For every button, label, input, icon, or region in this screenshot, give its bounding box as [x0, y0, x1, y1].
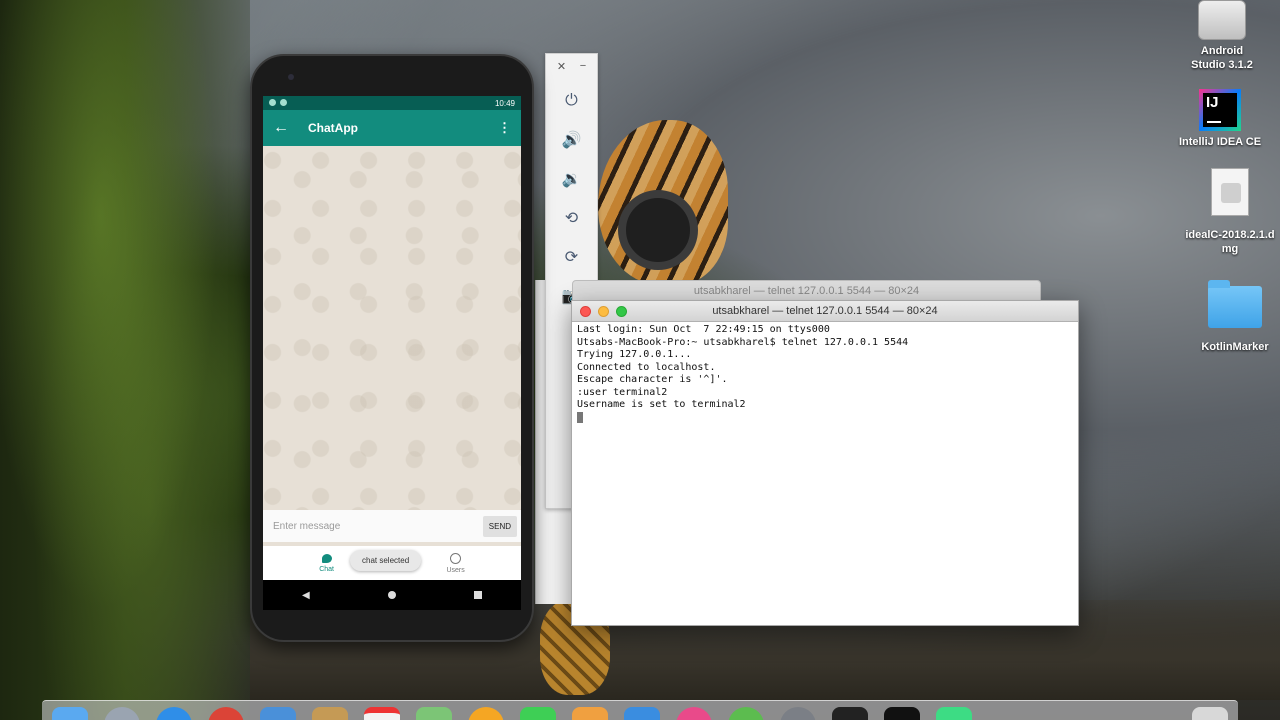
dock-photos-icon[interactable] [468, 707, 504, 720]
wallpaper-gear [618, 190, 698, 270]
terminal-prompt[interactable] [577, 411, 1073, 428]
dock-notes-icon[interactable] [312, 707, 348, 720]
drive-icon [1198, 0, 1246, 40]
desktop-icon-intellij[interactable]: IJ IntelliJ IDEA CE [1175, 89, 1265, 149]
message-input[interactable]: Enter message [273, 521, 483, 532]
terminal-line: Username is set to terminal2 [577, 399, 746, 410]
dock-trash-icon[interactable] [1192, 707, 1228, 720]
system-back-icon[interactable]: ◀ [302, 590, 310, 601]
minimize-window-icon[interactable] [598, 305, 609, 317]
terminal-window-background[interactable]: utsabkharel — telnet 127.0.0.1 5544 — 80… [572, 280, 1041, 302]
front-camera [288, 74, 294, 80]
dock-calendar-icon[interactable] [364, 707, 400, 720]
message-input-bar: Enter message SEND [263, 510, 521, 542]
window-title: utsabkharel — telnet 127.0.0.1 5544 — 80… [712, 305, 938, 317]
dock-safari-icon[interactable] [156, 707, 192, 720]
terminal-line: Escape character is '^]'. [577, 374, 728, 385]
dock-intellij-icon[interactable] [884, 707, 920, 720]
chat-message-list[interactable] [263, 146, 521, 510]
nav-label: Users [446, 566, 465, 574]
terminal-output[interactable]: Last login: Sun Oct 7 22:49:15 on ttys00… [572, 322, 1078, 429]
window-titlebar[interactable]: utsabkharel — telnet 127.0.0.1 5544 — 80… [572, 301, 1078, 322]
status-bar: 10:49 [263, 96, 521, 110]
back-arrow-icon[interactable]: ← [273, 119, 308, 137]
dock-terminal-icon[interactable] [832, 707, 868, 720]
dock-itunes-icon[interactable] [676, 707, 712, 720]
dock-chrome-icon[interactable] [208, 707, 244, 720]
dock-app-store-icon[interactable] [624, 707, 660, 720]
dock-launchpad-icon[interactable] [104, 707, 140, 720]
nav-item-chat[interactable]: Chat [319, 553, 335, 573]
app-bar: ← ChatApp ⋮ [263, 110, 521, 146]
zoom-window-icon[interactable] [616, 305, 627, 317]
dock-facetime-icon[interactable] [572, 707, 608, 720]
close-icon[interactable]: ✕ [557, 60, 566, 73]
desktop-icon-label: idealC-2018.2.1.dmg [1185, 229, 1275, 255]
close-window-icon[interactable] [580, 305, 591, 317]
intellij-icon: IJ [1199, 89, 1241, 131]
volume-down-icon[interactable]: 🔉 [546, 159, 597, 198]
nav-item-users[interactable]: Users [446, 552, 465, 574]
nav-label: Chat [319, 565, 335, 573]
send-button[interactable]: SEND [482, 515, 517, 537]
desktop-icon-android-studio[interactable]: Android Studio 3.1.2 [1177, 0, 1267, 72]
app-title: ChatApp [308, 121, 358, 135]
dmg-file-icon [1211, 168, 1249, 216]
desktop-icon-dmg[interactable]: idealC-2018.2.1.dmg [1185, 168, 1275, 256]
dock-android-studio-icon[interactable] [936, 707, 972, 720]
terminal-window[interactable]: utsabkharel — telnet 127.0.0.1 5544 — 80… [571, 300, 1079, 626]
wallpaper-forest [0, 0, 250, 720]
desktop-icon-label: KotlinMarker [1201, 341, 1269, 353]
dock-maps-icon[interactable] [416, 707, 452, 720]
rotate-left-icon[interactable]: ⟲ [546, 198, 597, 237]
terminal-line: Utsabs-MacBook-Pro:~ utsabkharel$ telnet… [577, 336, 909, 348]
desktop-icon-label: IntelliJ IDEA CE [1178, 136, 1262, 148]
folder-icon [1208, 280, 1262, 328]
desktop-icon-kotlinmarker[interactable]: KotlinMarker [1190, 280, 1280, 354]
minimize-icon[interactable]: − [580, 60, 586, 73]
system-navigation-bar: ◀ [263, 580, 521, 610]
phone-screen: 10:49 ← ChatApp ⋮ Enter message SEND Cha… [263, 96, 521, 610]
dock-ibooks-icon[interactable] [728, 707, 764, 720]
dock-finder-icon[interactable] [52, 707, 88, 720]
dock-system-preferences-icon[interactable] [780, 707, 816, 720]
status-time: 10:49 [494, 98, 515, 108]
toast-message: chat selected [350, 550, 422, 571]
terminal-line: Trying 127.0.0.1... [577, 349, 692, 360]
dock-mail-icon[interactable] [260, 707, 296, 720]
dock-messages-icon[interactable] [520, 707, 556, 720]
system-recents-icon[interactable] [473, 591, 482, 599]
desktop-icon-label: Android Studio 3.1.2 [1191, 45, 1253, 71]
chat-bubble-icon [321, 553, 332, 563]
android-emulator-phone: 10:49 ← ChatApp ⋮ Enter message SEND Cha… [250, 54, 534, 642]
terminal-line: :user terminal2 [577, 386, 668, 398]
terminal-line: Last login: Sun Oct 7 22:49:15 on ttys00… [577, 324, 830, 335]
user-circle-icon [450, 552, 462, 564]
volume-up-icon[interactable]: 🔊 [546, 120, 597, 159]
bottom-navigation: Chat Users chat selected [263, 546, 521, 580]
system-home-icon[interactable] [387, 591, 396, 599]
dock [42, 700, 1238, 720]
rotate-right-icon[interactable]: ⟳ [546, 237, 597, 276]
window-title: utsabkharel — telnet 127.0.0.1 5544 — 80… [693, 285, 920, 297]
power-icon[interactable]: ⏻ [546, 81, 597, 120]
notification-icons [269, 98, 291, 108]
terminal-line: Connected to localhost. [577, 361, 716, 373]
text-cursor [577, 411, 583, 423]
overflow-menu-icon[interactable]: ⋮ [498, 120, 511, 136]
